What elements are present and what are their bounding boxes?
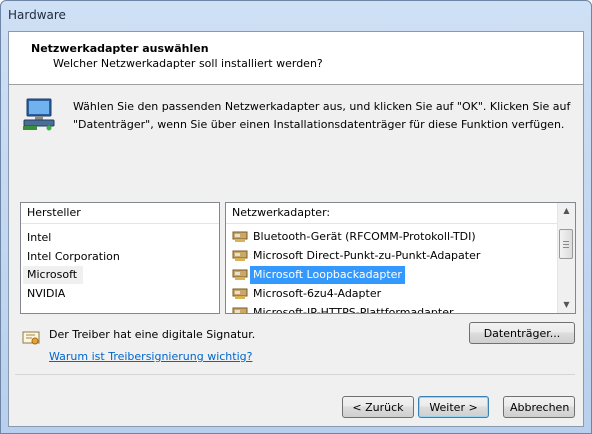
network-adapter-icon	[232, 269, 248, 280]
adapter-item[interactable]: Microsoft-IP-HTTPS-Plattformadapter	[232, 304, 457, 313]
adapter-label: Bluetooth-Gerät (RFCOMM-Protokoll-TDI)	[253, 230, 476, 243]
manufacturer-list-header: Hersteller	[21, 203, 219, 224]
network-adapter-icon	[232, 231, 248, 242]
back-button[interactable]: < Zurück	[342, 396, 414, 418]
scroll-thumb[interactable]	[559, 229, 573, 259]
network-adapter-icon	[232, 288, 248, 299]
wizard-header: Netzwerkadapter auswählen Welcher Netzwe…	[9, 32, 583, 85]
network-adapter-icon	[232, 307, 248, 313]
adapter-list[interactable]: Netzwerkadapter: Bluetooth-Gerät (RFCOMM…	[225, 202, 576, 314]
grip-line	[563, 241, 569, 242]
manufacturer-item-intel-corporation[interactable]: Intel Corporation	[27, 248, 120, 266]
have-disk-button[interactable]: Datenträger...	[469, 322, 575, 344]
signature-help-link[interactable]: Warum ist Treibersignierung wichtig?	[49, 350, 252, 363]
manufacturer-item-microsoft[interactable]: Microsoft	[23, 266, 83, 284]
signature-status: Der Treiber hat eine digitale Signatur.	[49, 328, 256, 341]
grip-line	[563, 244, 569, 245]
instruction-line-2: "Datenträger", wenn Sie über einen Insta…	[73, 118, 565, 131]
adapter-list-viewport: Bluetooth-Gerät (RFCOMM-Protokoll-TDI) M…	[226, 223, 559, 313]
network-adapter-icon	[232, 250, 248, 261]
manufacturer-item-nvidia[interactable]: NVIDIA	[27, 285, 65, 303]
dialog-client-area: Netzwerkadapter auswählen Welcher Netzwe…	[8, 31, 584, 427]
cancel-button[interactable]: Abbrechen	[503, 396, 575, 418]
instruction-text: Wählen Sie den passenden Netzwerkadapter…	[73, 98, 573, 134]
adapter-label: Microsoft-6zu4-Adapter	[253, 287, 382, 300]
adapter-label: Microsoft-IP-HTTPS-Plattformadapter	[253, 306, 454, 313]
adapter-label: Microsoft Direct-Punkt-zu-Punkt-Adapater	[253, 249, 481, 262]
instruction-line-1: Wählen Sie den passenden Netzwerkadapter…	[73, 100, 571, 113]
grip-line	[563, 247, 569, 248]
scroll-up-arrow-icon[interactable]: ▲	[558, 203, 575, 219]
certificate-icon	[22, 331, 40, 345]
header-title: Netzwerkadapter auswählen	[31, 42, 209, 55]
adapter-label: Microsoft Loopbackadapter	[250, 266, 405, 284]
adapter-item[interactable]: Microsoft-6zu4-Adapter	[232, 285, 384, 303]
adapter-item[interactable]: Bluetooth-Gerät (RFCOMM-Protokoll-TDI)	[232, 228, 479, 246]
network-hardware-icon	[23, 98, 55, 131]
hardware-wizard-window: Hardware Netzwerkadapter auswählen Welch…	[0, 0, 592, 434]
scroll-down-arrow-icon[interactable]: ▼	[558, 297, 575, 313]
adapter-list-header: Netzwerkadapter:	[226, 203, 575, 224]
footer-separator	[15, 374, 575, 375]
adapter-item-selected[interactable]: Microsoft Loopbackadapter	[232, 266, 405, 284]
adapter-item[interactable]: Microsoft Direct-Punkt-zu-Punkt-Adapater	[232, 247, 483, 265]
header-subtitle: Welcher Netzwerkadapter soll installiert…	[53, 57, 323, 70]
adapter-list-scrollbar[interactable]: ▲ ▼	[557, 203, 575, 313]
manufacturer-item-intel[interactable]: Intel	[27, 229, 51, 247]
window-title: Hardware	[8, 8, 66, 22]
title-bar[interactable]: Hardware	[1, 1, 591, 29]
next-button[interactable]: Weiter >	[418, 396, 489, 418]
manufacturer-list[interactable]: Hersteller Intel Intel Corporation Micro…	[20, 202, 220, 314]
